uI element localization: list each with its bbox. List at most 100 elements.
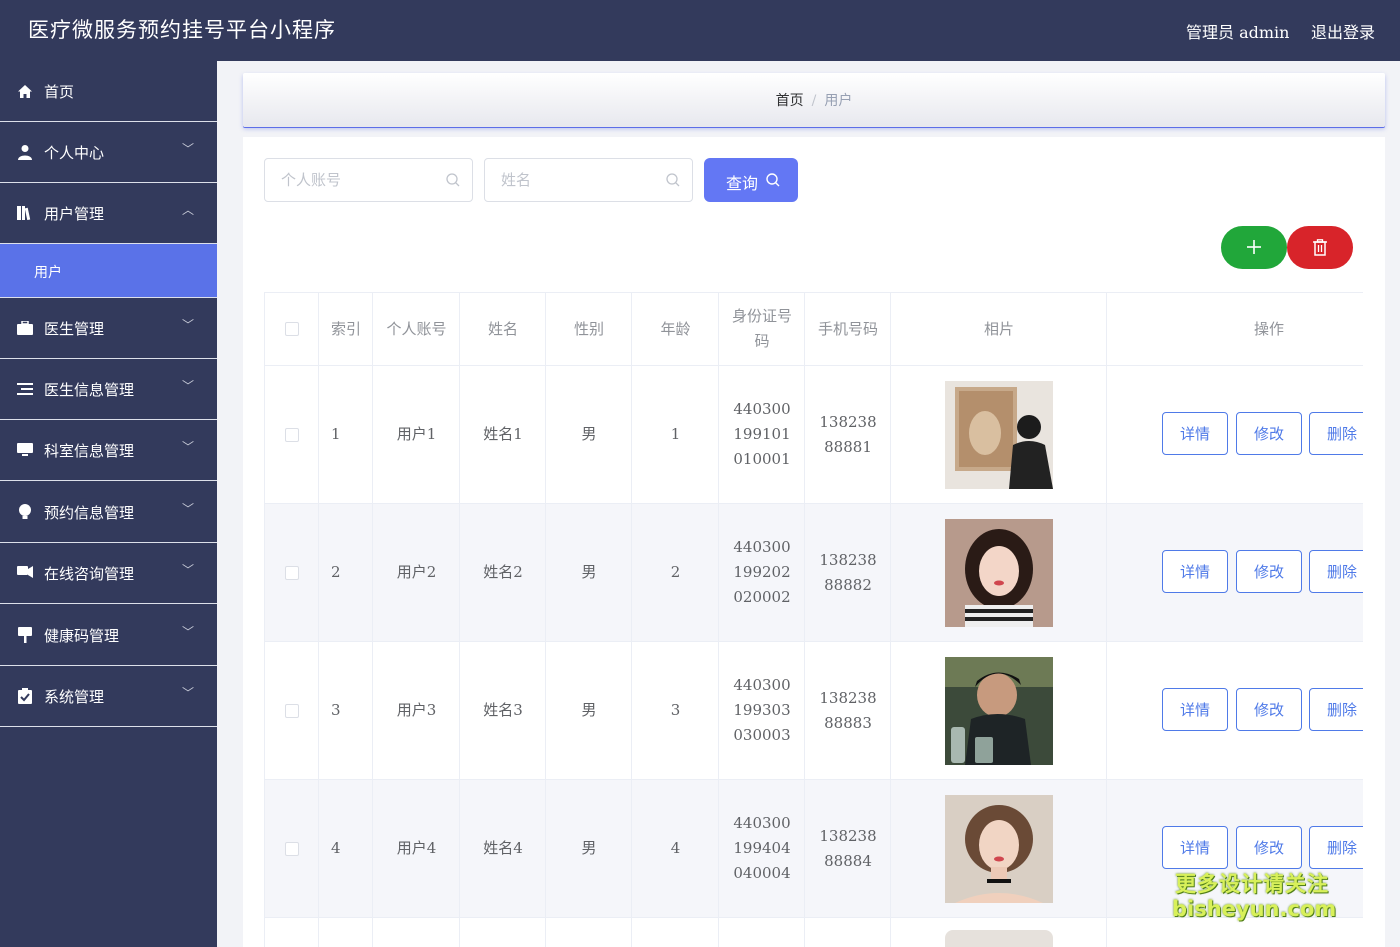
delete-button[interactable]: 删除 [1309, 826, 1363, 869]
column-divider [545, 293, 546, 947]
query-button-label: 查询 [726, 174, 759, 193]
cell-id-number: 440300199404040004 [733, 814, 791, 882]
sidebar-item-doctor-info[interactable]: 医生信息管理 ﹀ [0, 359, 217, 420]
sidebar-subitem-user[interactable]: 用户 [0, 244, 217, 298]
chevron-down-icon: ﹀ [182, 318, 195, 332]
header-age[interactable]: 年龄 [632, 293, 719, 365]
sidebar-item-label: 用户管理 [44, 205, 105, 223]
row-checkbox[interactable] [285, 841, 299, 856]
sidebar-item-label: 医生信息管理 [44, 381, 135, 399]
sidebar-item-personal-center[interactable]: 个人中心 ﹀ [0, 122, 217, 183]
sidebar-item-system-management[interactable]: 系统管理 ﹀ [0, 666, 217, 727]
header-gender[interactable]: 性别 [546, 293, 632, 365]
sidebar-item-label: 个人中心 [44, 144, 105, 162]
list-icon [17, 381, 33, 397]
column-divider [890, 293, 891, 947]
batch-delete-button[interactable] [1287, 226, 1353, 269]
user-photo [945, 930, 1053, 947]
detail-button[interactable]: 详情 [1162, 550, 1228, 593]
cell-phone: 13823888884 [819, 826, 877, 870]
cell-account: 用户4 [396, 839, 437, 857]
cell-index: 1 [331, 425, 341, 443]
account-search-input[interactable] [281, 171, 431, 189]
delete-button[interactable]: 删除 [1309, 688, 1363, 731]
search-icon [446, 173, 460, 187]
cell-id-number: 440300199202020002 [733, 538, 791, 606]
sidebar-item-label: 首页 [44, 83, 75, 101]
table-row [265, 918, 1363, 947]
cell-id-number: 440300199303030003 [733, 676, 791, 744]
sidebar-item-label: 系统管理 [44, 688, 105, 706]
chevron-down-icon: ﹀ [182, 142, 195, 156]
bulb-icon [17, 504, 33, 520]
user-table: 索引 个人账号 姓名 性别 年龄 身份证号码 手机号码 相片 操作 1 用户1 … [264, 292, 1363, 947]
logout-link[interactable]: 退出登录 [1311, 19, 1375, 43]
breadcrumb-separator: / [811, 93, 817, 109]
sidebar-item-doctor-management[interactable]: 医生管理 ﹀ [0, 298, 217, 359]
cell-gender: 男 [581, 701, 597, 719]
column-divider [318, 293, 319, 947]
sidebar: 首页 个人中心 ﹀ 用户管理 ︿ 用户 医生管理 ﹀ 医生信息管理 ﹀ 科室信息… [0, 61, 217, 947]
cell-name: 姓名3 [483, 701, 523, 719]
sidebar-item-user-management[interactable]: 用户管理 ︿ [0, 183, 217, 244]
user-photo [945, 794, 1053, 903]
select-all-checkbox[interactable] [285, 322, 299, 336]
detail-button[interactable]: 详情 [1162, 688, 1228, 731]
row-checkbox[interactable] [285, 427, 299, 442]
sidebar-item-label: 预约信息管理 [44, 504, 135, 522]
sidebar-item-label: 医生管理 [44, 320, 105, 338]
column-divider [459, 293, 460, 947]
name-search-field[interactable] [484, 158, 693, 202]
select-all-cell [265, 293, 319, 365]
detail-button[interactable]: 详情 [1162, 412, 1228, 455]
edit-button[interactable]: 修改 [1236, 550, 1302, 593]
detail-button[interactable]: 详情 [1162, 826, 1228, 869]
person-icon [17, 144, 33, 160]
name-search-input[interactable] [501, 171, 651, 189]
sidebar-item-department-info[interactable]: 科室信息管理 ﹀ [0, 420, 217, 481]
row-checkbox[interactable] [285, 703, 299, 718]
query-button[interactable]: 查询 [704, 158, 798, 202]
cell-phone: 13823888881 [819, 412, 877, 456]
table-row: 3 用户3 姓名3 男 3 440300199303030003 1382388… [265, 642, 1363, 780]
watermark: 更多设计请关注 bisheyun.com [1172, 871, 1336, 921]
delete-button[interactable]: 删除 [1309, 412, 1363, 455]
user-photo [945, 656, 1053, 765]
sidebar-item-home[interactable]: 首页 [0, 61, 217, 122]
chevron-up-icon: ︿ [182, 203, 195, 217]
delete-button[interactable]: 删除 [1309, 550, 1363, 593]
breadcrumb-home[interactable]: 首页 [776, 93, 804, 109]
sidebar-item-health-code[interactable]: 健康码管理 ﹀ [0, 605, 217, 666]
header-phone[interactable]: 手机号码 [805, 293, 891, 365]
sidebar-item-online-consult[interactable]: 在线咨询管理 ﹀ [0, 543, 217, 604]
cell-gender: 男 [581, 563, 597, 581]
add-button[interactable] [1221, 226, 1287, 269]
column-divider [804, 293, 805, 947]
row-checkbox[interactable] [285, 565, 299, 580]
current-user-label: 管理员 admin [1186, 23, 1290, 42]
column-divider [718, 293, 719, 947]
cell-index: 3 [331, 701, 341, 719]
edit-button[interactable]: 修改 [1236, 826, 1302, 869]
cell-name: 姓名2 [483, 563, 523, 581]
check-icon [17, 688, 33, 704]
cell-gender: 男 [581, 839, 597, 857]
header-account[interactable]: 个人账号 [373, 293, 460, 365]
edit-button[interactable]: 修改 [1236, 688, 1302, 731]
cell-name: 姓名1 [483, 425, 523, 443]
header-id-number[interactable]: 身份证号码 [730, 304, 794, 354]
sidebar-item-label: 科室信息管理 [44, 442, 135, 460]
header-name[interactable]: 姓名 [460, 293, 546, 365]
edit-button[interactable]: 修改 [1236, 412, 1302, 455]
header-actions: 操作 [1253, 319, 1284, 338]
account-search-field[interactable] [264, 158, 473, 202]
cell-account: 用户1 [396, 425, 437, 443]
search-icon [666, 173, 680, 187]
cell-index: 4 [331, 839, 341, 857]
column-divider [1106, 293, 1107, 947]
sidebar-item-appointment-info[interactable]: 预约信息管理 ﹀ [0, 482, 217, 543]
app-title: 医疗微服务预约挂号平台小程序 [28, 18, 336, 42]
sidebar-item-label: 在线咨询管理 [44, 565, 135, 583]
cell-name: 姓名4 [483, 839, 523, 857]
header-index[interactable]: 索引 [319, 293, 373, 365]
